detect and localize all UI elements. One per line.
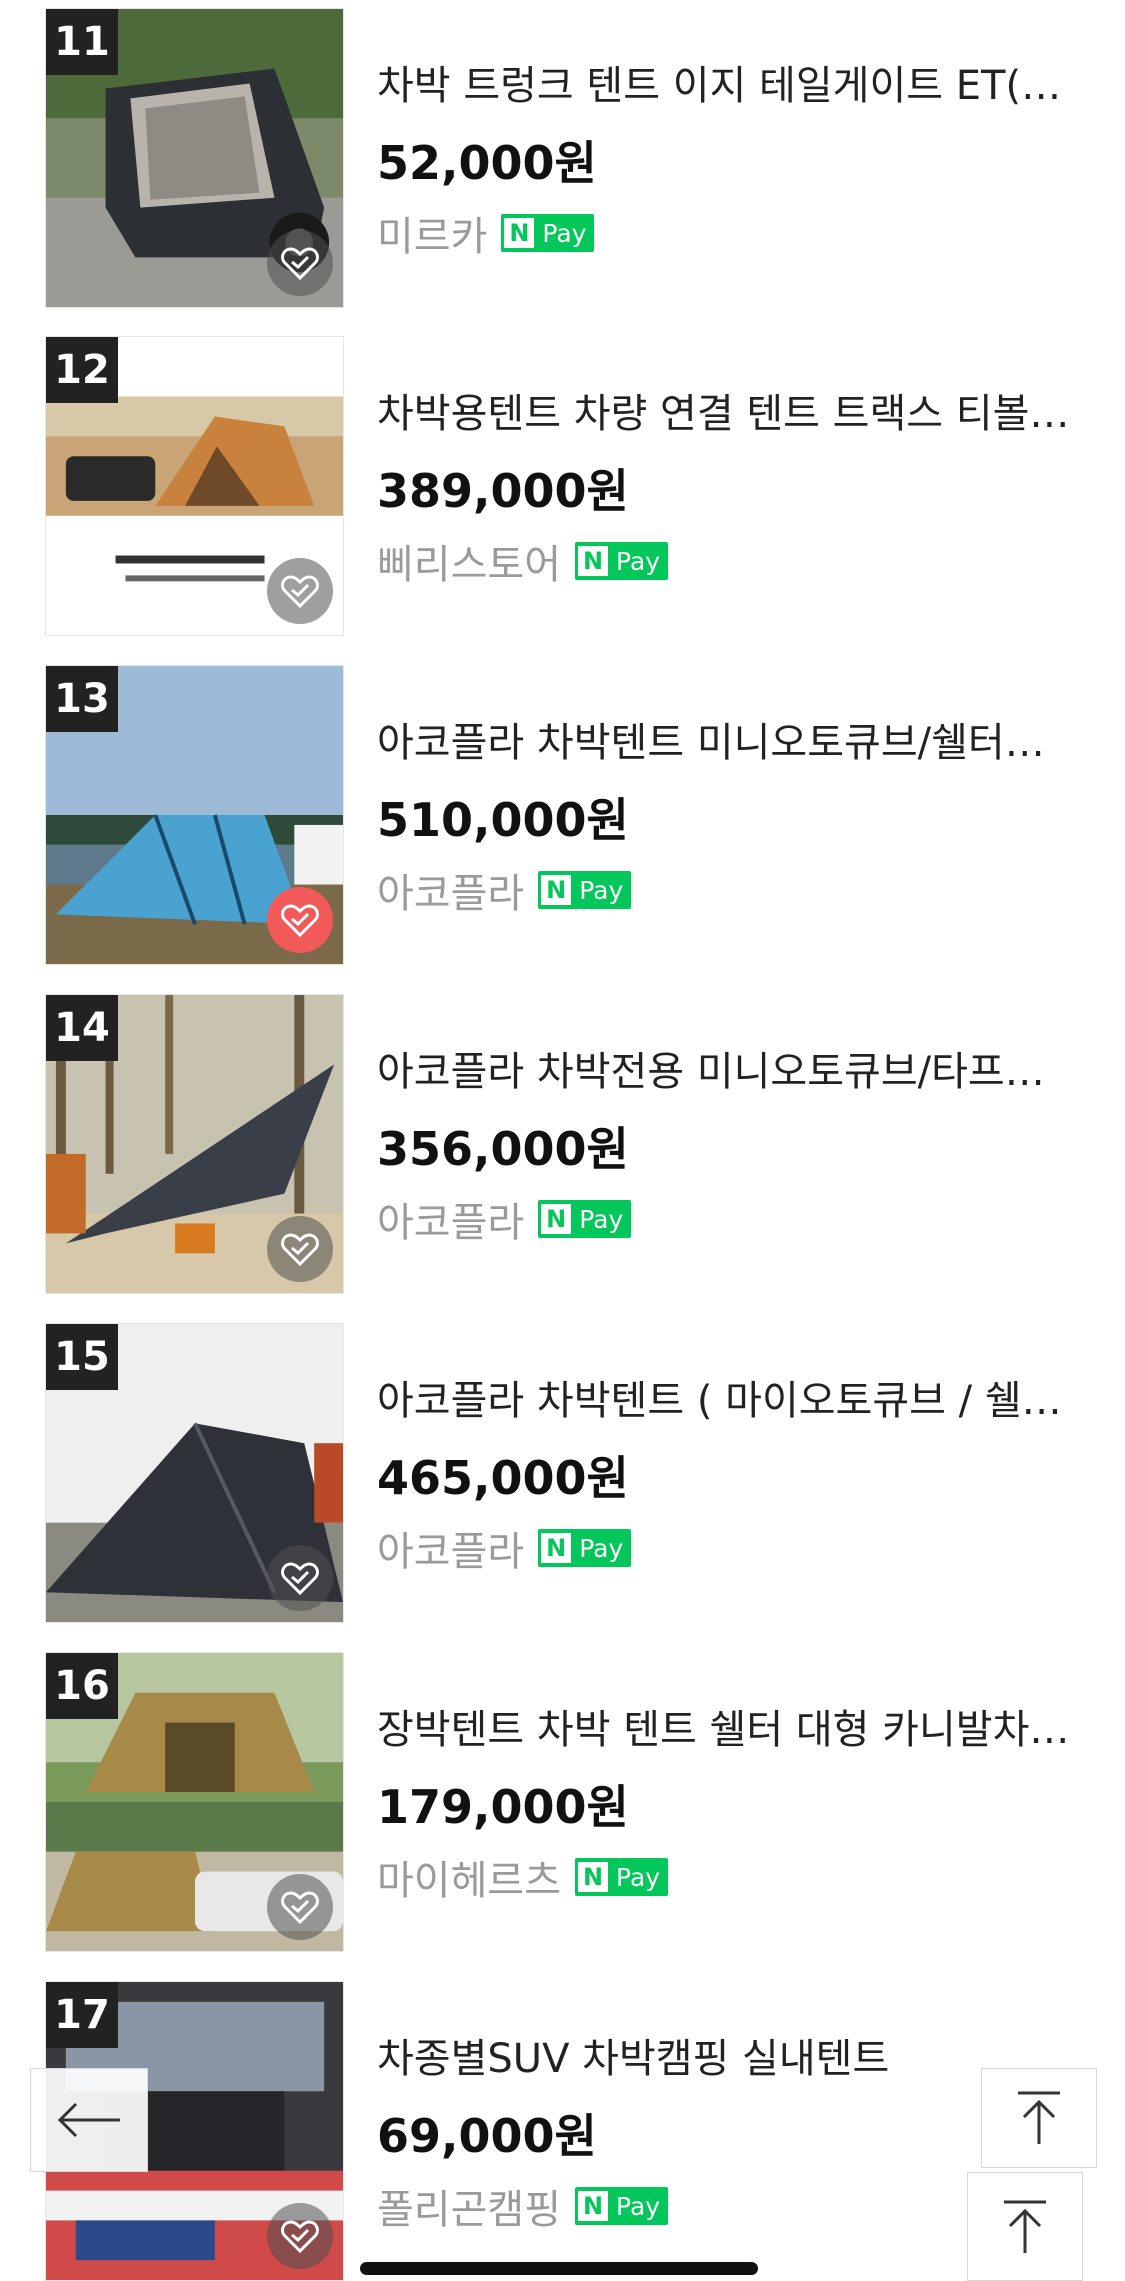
zzim-button[interactable] [267, 887, 333, 953]
zzim-button[interactable] [267, 1874, 333, 1940]
npay-n-icon: N [504, 218, 535, 248]
npay-badge: N Pay [501, 214, 595, 252]
zzim-button[interactable] [267, 230, 333, 296]
product-list-page: 11 차박 트렁크 텐트 이지 테일게이트 ET(5… 52,000원 미르카 … [0, 0, 1125, 2281]
npay-label: Pay [616, 1862, 661, 1892]
product-price: 356,000원 [377, 1122, 629, 1176]
product-price: 179,000원 [377, 1780, 629, 1834]
heart-check-icon [281, 1891, 319, 1924]
product-title[interactable]: 차종별SUV 차박캠핑 실내텐트 [377, 2033, 1082, 2085]
list-item[interactable]: 11 차박 트렁크 텐트 이지 테일게이트 ET(5… 52,000원 미르카 … [0, 8, 1125, 308]
list-item[interactable]: V 12 차박용텐트 차량 연결 텐트 트랙스 티볼… 389,000원 삐리스… [0, 336, 1125, 636]
zzim-button[interactable] [267, 2203, 333, 2269]
npay-label: Pay [616, 546, 661, 576]
npay-badge: N Pay [538, 1200, 632, 1238]
rank-badge: 13 [46, 666, 118, 732]
seller-name: 미르카 [377, 214, 488, 260]
npay-badge: N Pay [538, 1529, 632, 1567]
back-button[interactable] [30, 2068, 148, 2172]
npay-badge: N Pay [538, 871, 632, 909]
zzim-button[interactable] [267, 1216, 333, 1282]
rank-badge: 16 [46, 1653, 118, 1719]
list-item[interactable]: 17 차종별SUV 차박캠핑 실내텐트 69,000원 폴리곤캠핑 N Pay [0, 1981, 1125, 2281]
product-title[interactable]: 아코플라 차박텐트 ( 마이오토큐브 / 쉘… [377, 1375, 1082, 1427]
product-thumbnail[interactable]: 11 [45, 8, 344, 308]
list-item[interactable]: 13 아코플라 차박텐트 미니오토큐브/쉘터… 510,000원 아코플라 N … [0, 665, 1125, 965]
product-price: 52,000원 [377, 136, 597, 190]
npay-badge: N Pay [575, 542, 669, 580]
npay-label: Pay [542, 218, 587, 248]
seller-row: 미르카 N Pay [377, 206, 595, 260]
seller-name: 아코플라 [377, 1200, 525, 1246]
npay-n-icon: N [541, 1533, 572, 1563]
npay-label: Pay [579, 1533, 624, 1563]
seller-name: 삐리스토어 [377, 542, 561, 588]
scroll-top-button[interactable] [981, 2068, 1097, 2168]
npay-n-icon: N [578, 546, 608, 576]
arrow-up-to-top-icon [1018, 2091, 1060, 2144]
product-thumbnail[interactable]: 14 [45, 994, 344, 1294]
heart-check-icon [281, 1562, 319, 1595]
seller-row: 삐리스토어 N Pay [377, 534, 669, 588]
product-thumbnail[interactable]: 15 [45, 1323, 344, 1623]
product-price: 389,000원 [377, 464, 629, 518]
seller-row: 폴리곤캠핑 N Pay [377, 2179, 669, 2233]
npay-badge: N Pay [575, 1858, 669, 1896]
list-item[interactable]: 15 아코플라 차박텐트 ( 마이오토큐브 / 쉘… 465,000원 아코플라… [0, 1323, 1125, 1623]
seller-row: 아코플라 N Pay [377, 1521, 632, 1575]
seller-row: 아코플라 N Pay [377, 863, 632, 917]
product-title[interactable]: 차박 트렁크 텐트 이지 테일게이트 ET(5… [377, 60, 1082, 112]
product-title[interactable]: 아코플라 차박텐트 미니오토큐브/쉘터… [377, 717, 1082, 769]
npay-label: Pay [616, 2191, 661, 2221]
product-thumbnail[interactable]: 16 [45, 1652, 344, 1952]
npay-n-icon: N [578, 2191, 608, 2221]
rank-badge: 15 [46, 1324, 118, 1390]
product-price: 465,000원 [377, 1451, 629, 1505]
product-title[interactable]: 차박용텐트 차량 연결 텐트 트랙스 티볼… [377, 388, 1082, 440]
zzim-button[interactable] [267, 1545, 333, 1611]
npay-label: Pay [579, 1204, 624, 1234]
heart-check-icon [281, 1233, 319, 1266]
seller-name: 폴리곤캠핑 [377, 2187, 561, 2233]
product-price: 69,000원 [377, 2109, 597, 2163]
zzim-button[interactable] [267, 558, 333, 624]
heart-check-icon [281, 904, 319, 937]
product-price: 510,000원 [377, 793, 629, 847]
seller-name: 아코플라 [377, 1529, 525, 1575]
rank-badge: 11 [46, 9, 118, 75]
seller-row: 마이헤르츠 N Pay [377, 1850, 669, 1904]
rank-badge: 17 [46, 1982, 118, 2048]
list-item[interactable]: 16 장박텐트 차박 텐트 쉘터 대형 카니발차… 179,000원 마이헤르츠… [0, 1652, 1125, 1952]
product-title[interactable]: 아코플라 차박전용 미니오토큐브/타프… [377, 1046, 1082, 1098]
arrow-up-to-top-icon [1004, 2200, 1046, 2253]
seller-name: 아코플라 [377, 871, 525, 917]
scroll-top-button-secondary[interactable] [967, 2172, 1083, 2281]
heart-check-icon [281, 2220, 319, 2253]
product-thumbnail[interactable]: V 12 [45, 336, 344, 636]
npay-badge: N Pay [575, 2187, 669, 2225]
product-thumbnail[interactable]: 13 [45, 665, 344, 965]
npay-n-icon: N [541, 1204, 572, 1234]
product-title[interactable]: 장박텐트 차박 텐트 쉘터 대형 카니발차… [377, 1704, 1082, 1756]
npay-n-icon: N [578, 1862, 608, 1892]
rank-badge: 12 [46, 337, 118, 403]
heart-check-icon [281, 575, 319, 608]
list-item[interactable]: 14 아코플라 차박전용 미니오토큐브/타프… 356,000원 아코플라 N … [0, 994, 1125, 1294]
arrow-left-icon [57, 2102, 120, 2138]
seller-row: 아코플라 N Pay [377, 1192, 632, 1246]
home-indicator [360, 2262, 758, 2275]
seller-name: 마이헤르츠 [377, 1858, 561, 1904]
rank-badge: 14 [46, 995, 118, 1061]
heart-check-icon [281, 247, 319, 280]
npay-label: Pay [579, 875, 624, 905]
npay-n-icon: N [541, 875, 572, 905]
